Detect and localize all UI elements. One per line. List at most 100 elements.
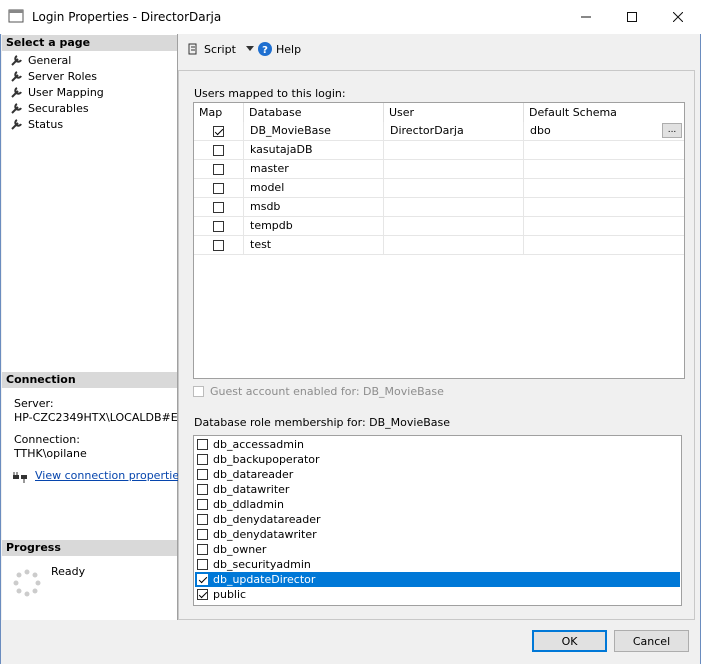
user-cell[interactable] bbox=[384, 217, 524, 235]
role-checkbox[interactable] bbox=[197, 469, 208, 480]
user-cell[interactable] bbox=[384, 236, 524, 254]
connection-value: TTHK\opilane bbox=[14, 447, 87, 460]
column-header-default-schema[interactable]: Default Schema bbox=[524, 103, 684, 122]
role-checkbox[interactable] bbox=[197, 454, 208, 465]
role-checkbox[interactable] bbox=[197, 559, 208, 570]
page-item-securables[interactable]: Securables bbox=[10, 100, 89, 116]
toolbar: Script ? Help bbox=[178, 34, 700, 64]
role-checkbox[interactable] bbox=[197, 529, 208, 540]
page-item-label: Status bbox=[28, 117, 64, 131]
map-cell[interactable] bbox=[194, 141, 244, 159]
role-checkbox[interactable] bbox=[197, 589, 208, 600]
map-checkbox[interactable] bbox=[213, 164, 224, 175]
column-header-user[interactable]: User bbox=[384, 103, 524, 122]
guest-account-label: Guest account enabled for: DB_MovieBase bbox=[210, 385, 444, 398]
maximize-button[interactable] bbox=[609, 0, 655, 34]
table-row[interactable]: model bbox=[194, 179, 684, 198]
list-item[interactable]: db_backupoperator bbox=[195, 452, 680, 467]
connection-icon bbox=[13, 472, 27, 483]
list-item[interactable]: db_ddladmin bbox=[195, 497, 680, 512]
connection-header: Connection bbox=[2, 372, 177, 388]
list-item[interactable]: db_datawriter bbox=[195, 482, 680, 497]
help-button[interactable]: ? Help bbox=[258, 42, 301, 56]
app-icon bbox=[8, 9, 24, 23]
map-checkbox[interactable] bbox=[213, 126, 224, 137]
schema-value: dbo bbox=[530, 124, 551, 137]
list-item[interactable]: public bbox=[195, 587, 680, 602]
map-checkbox[interactable] bbox=[213, 221, 224, 232]
page-item-user-mapping[interactable]: User Mapping bbox=[10, 84, 104, 100]
schema-cell[interactable] bbox=[524, 160, 684, 178]
role-checkbox[interactable] bbox=[197, 484, 208, 495]
map-checkbox[interactable] bbox=[213, 183, 224, 194]
map-cell[interactable] bbox=[194, 217, 244, 235]
column-header-database[interactable]: Database bbox=[244, 103, 384, 122]
table-row[interactable]: master bbox=[194, 160, 684, 179]
role-name: db_datareader bbox=[213, 468, 294, 481]
map-cell[interactable] bbox=[194, 236, 244, 254]
table-row[interactable]: DB_MovieBase DirectorDarja dbo ... bbox=[194, 122, 684, 141]
role-checkbox[interactable] bbox=[197, 439, 208, 450]
page-item-general[interactable]: General bbox=[10, 52, 71, 68]
script-button[interactable]: Script bbox=[186, 42, 254, 56]
ok-button[interactable]: OK bbox=[532, 630, 607, 652]
script-label: Script bbox=[204, 42, 236, 56]
column-header-map[interactable]: Map bbox=[194, 103, 244, 122]
cancel-button[interactable]: Cancel bbox=[614, 630, 689, 652]
role-checkbox[interactable] bbox=[197, 514, 208, 525]
list-item[interactable]: db_denydatawriter bbox=[195, 527, 680, 542]
map-cell[interactable] bbox=[194, 198, 244, 216]
role-checkbox[interactable] bbox=[197, 544, 208, 555]
map-checkbox[interactable] bbox=[213, 145, 224, 156]
table-row[interactable]: msdb bbox=[194, 198, 684, 217]
browse-schema-button[interactable]: ... bbox=[662, 123, 682, 138]
page-item-status[interactable]: Status bbox=[10, 116, 63, 132]
schema-cell[interactable] bbox=[524, 141, 684, 159]
map-cell[interactable] bbox=[194, 179, 244, 197]
schema-cell[interactable] bbox=[524, 217, 684, 235]
schema-cell[interactable] bbox=[524, 198, 684, 216]
list-item[interactable]: db_denydatareader bbox=[195, 512, 680, 527]
role-name: db_securityadmin bbox=[213, 558, 311, 571]
minimize-button[interactable] bbox=[563, 0, 609, 34]
user-cell[interactable] bbox=[384, 160, 524, 178]
page-item-label: User Mapping bbox=[28, 85, 104, 99]
map-cell[interactable] bbox=[194, 160, 244, 178]
user-cell[interactable]: DirectorDarja bbox=[384, 122, 524, 140]
list-item[interactable]: db_securityadmin bbox=[195, 557, 680, 572]
page-item-server-roles[interactable]: Server Roles bbox=[10, 68, 97, 84]
table-row[interactable]: tempdb bbox=[194, 217, 684, 236]
maximize-icon bbox=[627, 12, 637, 22]
help-label: Help bbox=[276, 42, 302, 56]
role-checkbox[interactable] bbox=[197, 574, 208, 585]
role-name: db_denydatareader bbox=[213, 513, 321, 526]
list-item[interactable]: db_accessadmin bbox=[195, 437, 680, 452]
list-item-selected[interactable]: db_updateDirector bbox=[195, 572, 680, 587]
map-checkbox[interactable] bbox=[213, 202, 224, 213]
progress-status: Ready bbox=[51, 565, 86, 578]
list-item[interactable]: db_datareader bbox=[195, 467, 680, 482]
schema-cell[interactable] bbox=[524, 179, 684, 197]
database-cell: kasutajaDB bbox=[244, 141, 384, 159]
map-cell[interactable] bbox=[194, 122, 244, 140]
role-name: db_denydatawriter bbox=[213, 528, 317, 541]
schema-cell[interactable]: dbo ... bbox=[524, 122, 684, 140]
map-checkbox[interactable] bbox=[213, 240, 224, 251]
user-cell[interactable] bbox=[384, 141, 524, 159]
user-cell[interactable] bbox=[384, 179, 524, 197]
schema-cell[interactable] bbox=[524, 236, 684, 254]
role-name: public bbox=[213, 588, 247, 601]
view-connection-properties-link[interactable]: View connection properties bbox=[35, 469, 185, 482]
chevron-down-icon[interactable] bbox=[245, 46, 254, 52]
close-button[interactable] bbox=[655, 0, 701, 34]
progress-header: Progress bbox=[2, 540, 177, 556]
role-checkbox[interactable] bbox=[197, 499, 208, 510]
list-item[interactable]: db_owner bbox=[195, 542, 680, 557]
svg-text:?: ? bbox=[262, 45, 268, 56]
user-cell[interactable] bbox=[384, 198, 524, 216]
wrench-icon bbox=[11, 119, 22, 130]
script-icon bbox=[188, 43, 197, 55]
guest-account-checkbox bbox=[193, 386, 204, 397]
table-row[interactable]: test bbox=[194, 236, 684, 255]
table-row[interactable]: kasutajaDB bbox=[194, 141, 684, 160]
